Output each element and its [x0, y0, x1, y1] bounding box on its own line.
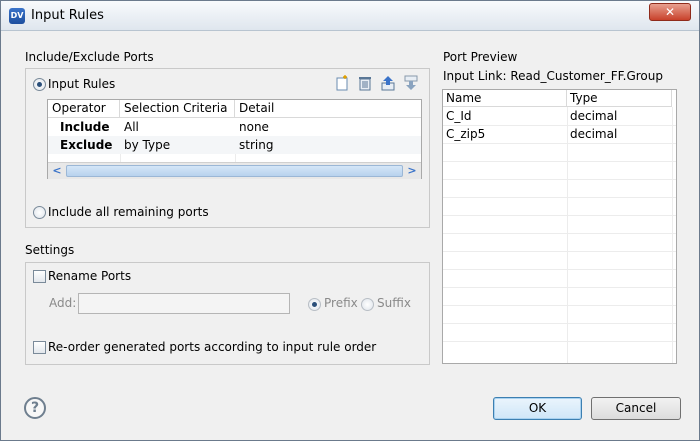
- move-up-icon[interactable]: [379, 75, 397, 93]
- column-divider: [567, 107, 568, 363]
- ok-button[interactable]: OK: [493, 397, 582, 420]
- help-icon[interactable]: ?: [24, 397, 46, 419]
- scroll-right-icon[interactable]: >: [405, 164, 419, 178]
- row-divider: [443, 161, 676, 162]
- column-divider: [120, 154, 121, 162]
- input-rules-table: Operator Selection Criteria Detail Inclu…: [47, 99, 422, 179]
- suffix-radio[interactable]: [361, 298, 374, 311]
- row-divider: [443, 287, 676, 288]
- header-selection-criteria[interactable]: Selection Criteria: [120, 100, 235, 118]
- header-detail[interactable]: Detail: [235, 100, 421, 118]
- dialog-window: DV Input Rules ✕ Include/Exclude Ports I…: [0, 0, 700, 441]
- detail-cell: none: [239, 120, 269, 134]
- app-icon: DV: [9, 8, 25, 24]
- row-divider: [443, 215, 676, 216]
- port-preview-table: Name Type C_Id decimal C_zip5 decimal: [442, 89, 677, 364]
- add-input[interactable]: [78, 293, 290, 314]
- window-title: Input Rules: [31, 8, 104, 23]
- header-name[interactable]: Name: [443, 90, 567, 107]
- delete-icon[interactable]: [356, 75, 374, 93]
- include-exclude-heading: Include/Exclude Ports: [25, 50, 154, 64]
- horizontal-scrollbar[interactable]: < >: [48, 162, 421, 179]
- port-type-cell: decimal: [570, 127, 618, 141]
- title-bar: DV Input Rules ✕: [1, 1, 699, 31]
- row-divider: [443, 305, 676, 306]
- criteria-cell: All: [124, 120, 139, 134]
- new-rule-icon[interactable]: [333, 75, 351, 93]
- input-link-label: Input Link: Read_Customer_FF.Group: [443, 69, 663, 83]
- header-type[interactable]: Type: [567, 90, 672, 107]
- prefix-radio[interactable]: [308, 298, 321, 311]
- detail-cell: string: [239, 138, 274, 152]
- input-rules-label: Input Rules: [48, 77, 116, 91]
- settings-heading: Settings: [25, 243, 75, 257]
- move-down-icon[interactable]: [402, 75, 420, 93]
- row-divider: [443, 269, 676, 270]
- cancel-button[interactable]: Cancel: [591, 397, 681, 420]
- port-type-cell: decimal: [570, 109, 618, 123]
- column-divider: [235, 154, 236, 162]
- include-remaining-label: Include all remaining ports: [48, 205, 209, 219]
- include-remaining-radio[interactable]: [33, 206, 46, 219]
- row-divider: [443, 323, 676, 324]
- header-operator[interactable]: Operator: [48, 100, 120, 118]
- row-divider: [443, 143, 676, 144]
- scroll-left-icon[interactable]: <: [50, 164, 64, 178]
- port-name-cell: C_Id: [446, 109, 472, 123]
- operator-cell: Exclude: [60, 138, 113, 152]
- reorder-checkbox[interactable]: [33, 341, 46, 354]
- row-divider: [443, 179, 676, 180]
- add-label: Add:: [49, 296, 77, 310]
- row-divider: [443, 341, 676, 342]
- suffix-label: Suffix: [377, 296, 411, 310]
- row-divider: [443, 251, 676, 252]
- input-rules-radio[interactable]: [33, 78, 46, 91]
- rename-ports-checkbox[interactable]: [33, 270, 46, 283]
- port-preview-heading: Port Preview: [443, 50, 518, 64]
- operator-cell: Include: [60, 120, 110, 134]
- row-divider: [443, 233, 676, 234]
- row-divider: [443, 197, 676, 198]
- scroll-thumb[interactable]: [66, 165, 403, 177]
- rename-ports-label: Rename Ports: [48, 269, 132, 283]
- row-divider: [443, 125, 676, 126]
- reorder-label: Re-order generated ports according to in…: [48, 340, 377, 354]
- close-button[interactable]: ✕: [649, 3, 691, 21]
- port-name-cell: C_zip5: [446, 127, 486, 141]
- criteria-cell: by Type: [124, 138, 171, 152]
- prefix-label: Prefix: [324, 296, 358, 310]
- column-divider: [672, 107, 673, 363]
